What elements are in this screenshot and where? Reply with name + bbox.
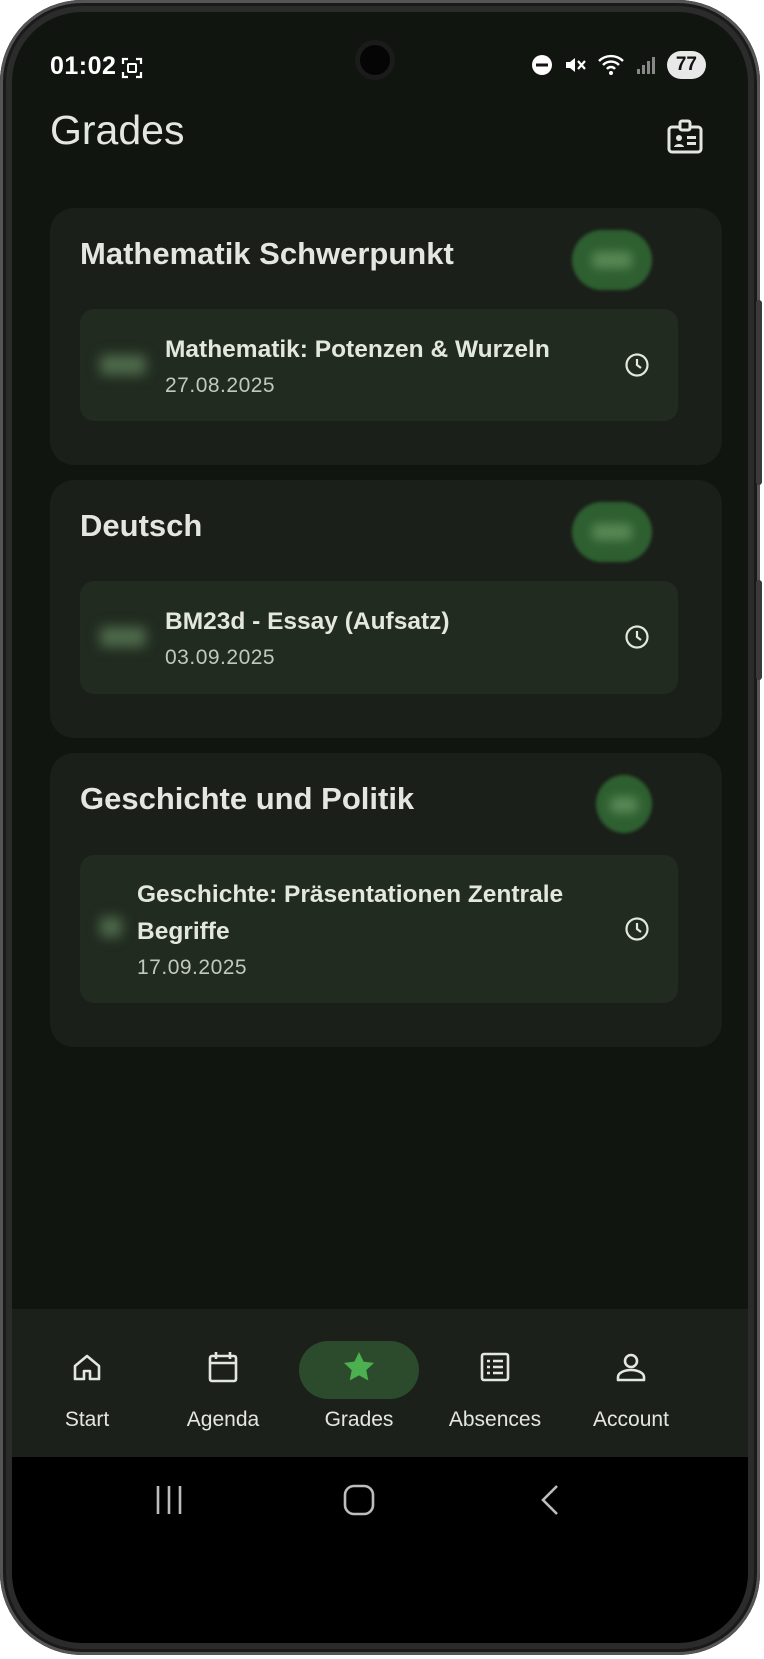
system-navigation-bar <box>12 1457 748 1643</box>
exam-name: BM23d - Essay (Aufsatz) <box>165 608 450 635</box>
exam-grade <box>100 917 122 937</box>
nav-item-agenda[interactable]: Agenda <box>155 1309 291 1457</box>
battery-indicator: 77 <box>666 51 706 79</box>
power-button <box>756 580 762 680</box>
subject-card-mathematik[interactable]: Mathematik Schwerpunkt Mathematik: Poten… <box>50 208 722 465</box>
page-title: Grades <box>50 107 185 153</box>
recents-icon[interactable] <box>154 1483 184 1517</box>
subject-card-deutsch[interactable]: Deutsch BM23d - Essay (Aufsatz) 03.09.20… <box>50 480 722 738</box>
subject-title: Mathematik Schwerpunkt <box>80 236 454 271</box>
nav-label: Absences <box>448 1408 542 1431</box>
exam-date: 03.09.2025 <box>165 646 276 669</box>
app-screen: 01:02 77 Grades Mathematik Schwerpunkt M… <box>12 12 748 1643</box>
exam-item[interactable]: Mathematik: Potenzen & Wurzeln 27.08.202… <box>80 309 678 421</box>
exam-date: 17.09.2025 <box>137 956 248 979</box>
do-not-disturb-icon <box>531 55 552 75</box>
screen-record-icon <box>121 57 143 79</box>
exam-grade <box>100 627 146 647</box>
exam-date: 27.08.2025 <box>165 374 276 397</box>
list-icon <box>480 1352 510 1382</box>
subject-title: Geschichte und Politik <box>80 781 415 816</box>
home-button-icon[interactable] <box>342 1483 376 1517</box>
nav-item-grades[interactable]: Grades <box>291 1309 427 1457</box>
nav-item-start[interactable]: Start <box>19 1309 155 1457</box>
star-icon <box>344 1352 374 1381</box>
nav-label: Start <box>64 1408 110 1431</box>
wifi-icon <box>598 54 624 75</box>
exam-item[interactable]: BM23d - Essay (Aufsatz) 03.09.2025 <box>80 581 678 694</box>
clock-icon <box>625 917 649 941</box>
subject-title: Deutsch <box>80 508 203 543</box>
exam-name-line-2: Begriffe <box>137 918 230 945</box>
subject-average-badge <box>572 502 652 562</box>
bottom-navigation: Start Agenda Grades Absences Account <box>12 1309 748 1457</box>
back-icon[interactable] <box>538 1483 562 1517</box>
calendar-icon <box>208 1352 238 1383</box>
home-icon <box>73 1354 101 1381</box>
nav-label: Account <box>593 1408 669 1431</box>
signal-icon <box>636 57 655 74</box>
nav-label: Grades <box>324 1408 394 1431</box>
volume-button <box>756 300 762 485</box>
subject-card-geschichte[interactable]: Geschichte und Politik Geschichte: Präse… <box>50 753 722 1047</box>
exam-grade <box>100 355 146 375</box>
id-card-icon[interactable] <box>666 118 704 156</box>
subject-average-badge <box>596 775 652 833</box>
clock-icon <box>625 625 649 649</box>
status-icons: 77 <box>531 51 706 79</box>
exam-name-line-1: Geschichte: Präsentationen Zentrale <box>137 881 564 908</box>
nav-item-account[interactable]: Account <box>563 1309 699 1457</box>
status-bar: 01:02 77 <box>12 12 748 102</box>
nav-label: Agenda <box>186 1408 260 1431</box>
mute-icon <box>565 58 586 72</box>
clock-icon <box>625 353 649 377</box>
exam-item[interactable]: Geschichte: Präsentationen Zentrale Begr… <box>80 855 678 1003</box>
person-icon <box>616 1353 646 1382</box>
front-camera <box>360 45 390 75</box>
status-time: 01:02 <box>50 52 117 80</box>
exam-name: Mathematik: Potenzen & Wurzeln <box>165 336 550 363</box>
subject-average-badge <box>572 230 652 290</box>
nav-item-absences[interactable]: Absences <box>427 1309 563 1457</box>
